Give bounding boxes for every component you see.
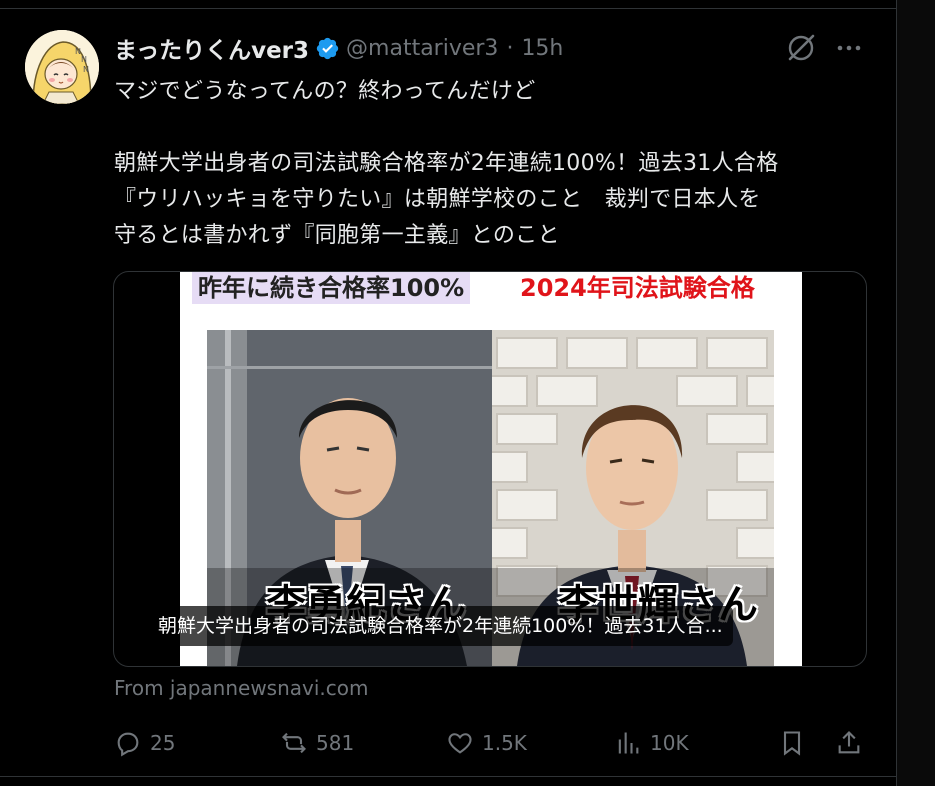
verified-badge-icon[interactable]	[315, 36, 340, 61]
card-source[interactable]: From japannewsnavi.com	[114, 676, 369, 700]
like-button[interactable]: 1.5K	[446, 726, 527, 760]
more-icon[interactable]	[832, 38, 866, 58]
svg-text:N: N	[81, 55, 87, 64]
tweet-text-line: 守るとは書かれず『同胞第一主義』とのこと	[114, 223, 560, 248]
svg-text:N: N	[83, 65, 89, 74]
repost-button[interactable]: 581	[280, 726, 354, 760]
reply-button[interactable]: 25	[114, 726, 175, 760]
banner-right: 2024年司法試験合格	[520, 274, 755, 302]
share-icon	[838, 731, 860, 754]
bookmark-icon	[783, 731, 801, 756]
author-handle[interactable]: @mattariver3	[346, 36, 498, 61]
views-count: 10K	[650, 731, 689, 755]
avatar-illustration: N N N	[25, 30, 99, 104]
card-caption[interactable]: 朝鮮大学出身者の司法試験合格率が2年連続100%！過去31人合...	[148, 606, 733, 646]
tweet-text-line: マジでどうなってんの？終わってんだけど	[114, 79, 536, 104]
views-button[interactable]: 10K	[614, 726, 689, 760]
repost-icon	[282, 732, 306, 754]
like-count: 1.5K	[482, 731, 527, 755]
author-display-name[interactable]: まったりくんver3	[114, 31, 309, 65]
tweet-text-line: 朝鮮大学出身者の司法試験合格率が2年連続100%！過去31人合格	[114, 151, 779, 176]
timestamp[interactable]: 15h	[521, 36, 563, 61]
tweet-view: N N N まったりくんver3 @mattariver3 · 15h マジでど…	[0, 0, 935, 786]
tweet-text-line: 『ウリハッキョを守りたい』は朝鮮学校のこと 裁判で日本人を	[114, 187, 761, 212]
divider-bottom	[0, 776, 897, 777]
tweet-header: まったりくんver3 @mattariver3 · 15h	[114, 30, 563, 66]
reply-count: 25	[150, 731, 176, 755]
views-icon	[618, 732, 639, 754]
right-gutter	[897, 0, 935, 786]
like-icon	[448, 733, 472, 754]
avatar[interactable]: N N N	[25, 30, 99, 104]
divider-top	[0, 8, 897, 9]
grok-icon[interactable]	[785, 32, 817, 64]
share-button[interactable]	[835, 726, 863, 760]
reply-icon	[117, 732, 139, 757]
banner-left: 昨年に続き合格率100%	[192, 272, 471, 304]
separator-dot: ·	[506, 35, 514, 61]
bookmark-button[interactable]	[778, 726, 806, 760]
repost-count: 581	[316, 731, 355, 755]
